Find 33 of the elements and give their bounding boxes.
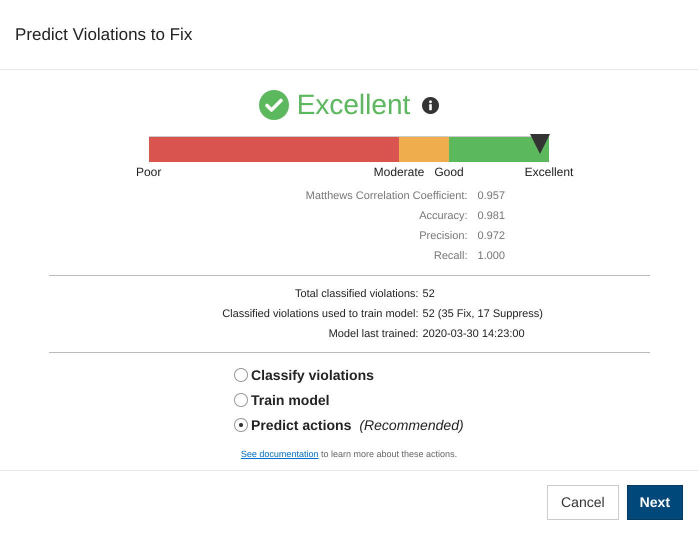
stat-value: 52 xyxy=(422,287,436,301)
cancel-button[interactable]: Cancel xyxy=(547,484,619,520)
pointer-icon xyxy=(530,134,550,154)
info-icon[interactable] xyxy=(422,96,440,114)
metric-value: 1.000 xyxy=(478,249,506,263)
stat-value: 2020-03-30 14:23:00 xyxy=(422,327,526,341)
radio-option[interactable]: Train model xyxy=(234,391,464,409)
scale-label: Moderate xyxy=(374,164,424,181)
metric-label: Matthews Correlation Coefficient: xyxy=(304,189,468,203)
scale-label: Poor xyxy=(136,164,162,181)
scale-label: Excellent xyxy=(524,164,574,181)
radio-button[interactable] xyxy=(234,368,248,382)
radio-button[interactable] xyxy=(234,393,248,407)
radio-option[interactable]: Classify violations xyxy=(234,366,464,384)
metric-label: Precision: xyxy=(418,229,468,243)
stat-label: Total classified violations: xyxy=(294,287,418,301)
metric-value: 0.981 xyxy=(478,209,506,223)
stat-label: Model last trained: xyxy=(328,327,418,341)
rating-label: Excellent xyxy=(296,91,410,119)
help-text: See documentation to learn more about these actions. xyxy=(240,448,458,461)
metric-value: 0.972 xyxy=(478,229,506,243)
radio-option[interactable]: Predict actions (Recommended) xyxy=(234,416,464,434)
radio-button[interactable] xyxy=(234,418,248,432)
stat-value: 52 (35 Fix, 17 Suppress) xyxy=(422,307,544,321)
next-button[interactable]: Next xyxy=(626,484,683,520)
stat-label: Classified violations used to train model: xyxy=(221,307,418,321)
metric-label: Recall: xyxy=(432,249,468,263)
check-circle-icon xyxy=(258,90,289,120)
scale-label: Good xyxy=(434,164,464,181)
metric-label: Accuracy: xyxy=(418,209,468,223)
documentation-link[interactable]: See documentation xyxy=(240,449,318,459)
metric-value: 0.957 xyxy=(478,189,506,203)
dialog-title: Predict Violations to Fix xyxy=(15,24,192,46)
